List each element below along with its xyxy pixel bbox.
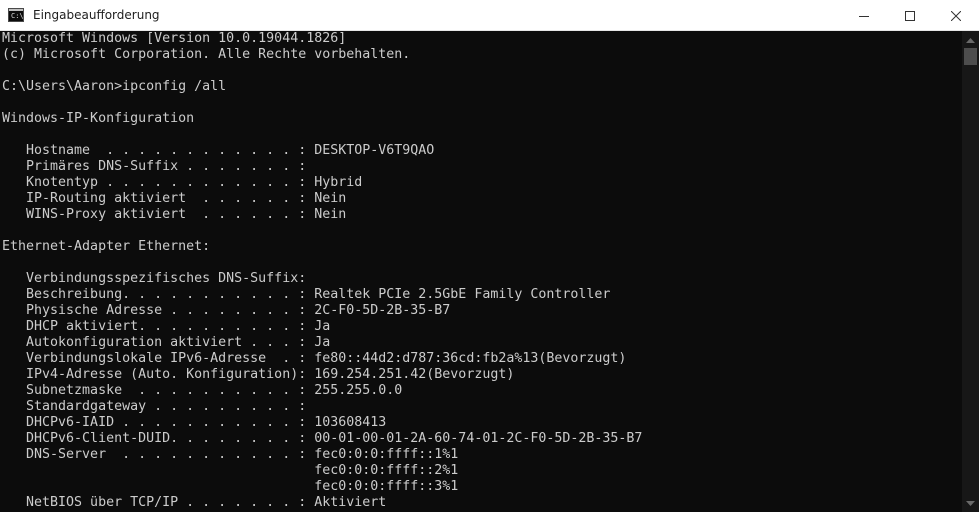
console-line: IP-Routing aktiviert . . . . . . : Nein: [2, 191, 347, 206]
console-line: Autokonfiguration aktiviert . . . : Ja: [2, 335, 331, 350]
scroll-down-button[interactable]: [962, 495, 979, 512]
console-line: DHCPv6-IAID . . . . . . . . . . . : 1036…: [2, 415, 387, 430]
scroll-thumb[interactable]: [964, 48, 977, 65]
console-line: Hostname . . . . . . . . . . . . : DESKT…: [2, 143, 435, 158]
console-line: Ethernet-Adapter Ethernet:: [2, 239, 211, 254]
console-line: Verbindungslokale IPv6-Adresse . : fe80:…: [2, 351, 627, 366]
console-line: DHCP aktiviert. . . . . . . . . . : Ja: [2, 319, 331, 334]
console-line: fec0:0:0:ffff::3%1: [2, 479, 459, 494]
maximize-button[interactable]: [887, 0, 933, 31]
console-line: Windows-IP-Konfiguration: [2, 111, 195, 126]
window-controls: [841, 0, 979, 31]
close-icon: [951, 10, 961, 21]
console-line: Knotentyp . . . . . . . . . . . . : Hybr…: [2, 175, 363, 190]
console-text: Microsoft Windows [Version 10.0.19044.18…: [0, 31, 962, 511]
console-line: DHCPv6-Client-DUID. . . . . . . . : 00-0…: [2, 431, 643, 446]
scroll-up-button[interactable]: [962, 31, 979, 48]
console-line: Microsoft Windows [Version 10.0.19044.18…: [2, 31, 347, 46]
console-line: fec0:0:0:ffff::2%1: [2, 463, 459, 478]
console-line: Standardgateway . . . . . . . . . :: [2, 399, 307, 414]
console-line: WINS-Proxy aktiviert . . . . . . : Nein: [2, 207, 347, 222]
console-line: NetBIOS über TCP/IP . . . . . . . : Akti…: [2, 495, 387, 510]
console-line: IPv4-Adresse (Auto. Konfiguration): 169.…: [2, 367, 515, 382]
cmd-icon[interactable]: C:\: [8, 8, 24, 22]
vertical-scrollbar[interactable]: [962, 31, 979, 512]
console-line: C:\Users\Aaron>ipconfig /all: [2, 79, 227, 94]
console-line: Subnetzmaske . . . . . . . . . . : 255.2…: [2, 383, 403, 398]
cmd-icon-glyph: C:\: [11, 12, 24, 20]
console-line: DNS-Server . . . . . . . . . . . : fec0:…: [2, 447, 459, 462]
minimize-icon: [859, 15, 869, 17]
console-line: (c) Microsoft Corporation. Alle Rechte v…: [2, 47, 411, 62]
window-title: Eingabeaufforderung: [33, 8, 160, 22]
chevron-down-icon: [966, 500, 975, 506]
console-line: Beschreibung. . . . . . . . . . . : Real…: [2, 287, 611, 302]
console-line: Primäres DNS-Suffix . . . . . . . :: [2, 159, 307, 174]
close-button[interactable]: [933, 0, 979, 31]
chevron-up-icon: [966, 37, 975, 43]
maximize-icon: [905, 10, 915, 21]
title-bar[interactable]: C:\ Eingabeaufforderung: [0, 0, 979, 31]
console-window: C:\ Eingabeaufforderung Microsoft Window…: [0, 0, 979, 512]
console-output[interactable]: Microsoft Windows [Version 10.0.19044.18…: [0, 31, 962, 512]
minimize-button[interactable]: [841, 0, 887, 31]
console-line: Verbindungsspezifisches DNS-Suffix:: [2, 271, 307, 286]
console-line: Physische Adresse . . . . . . . . : 2C-F…: [2, 303, 451, 318]
